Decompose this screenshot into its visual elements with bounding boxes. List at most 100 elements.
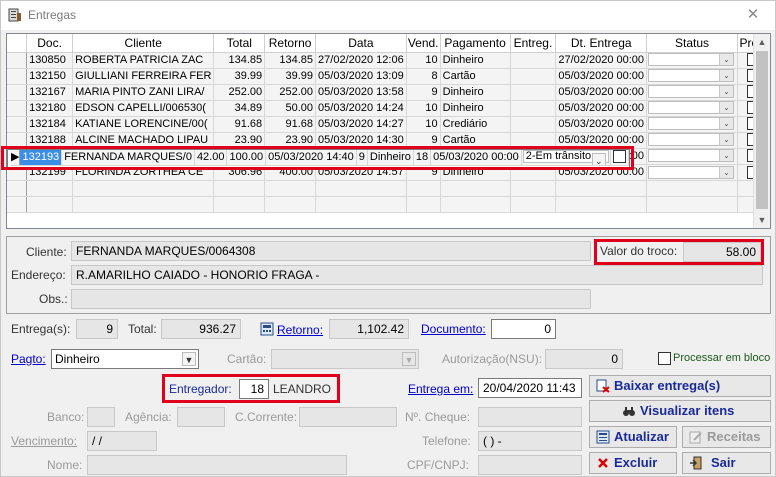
cell-retorno[interactable]: 100.00 [226,149,267,166]
cell-status[interactable]: ⌄ [646,100,738,117]
cell-status[interactable]: ⌄ [646,84,738,101]
cell-entreg[interactable] [510,116,557,133]
cell-pagamento[interactable]: Dinheiro [440,84,511,101]
scroll-thumb[interactable] [756,51,768,209]
cell-pagamento[interactable]: Cartão [440,132,511,149]
receitas-button[interactable]: Receitas [682,426,771,448]
ncheque-field[interactable] [478,407,582,427]
col-vend[interactable]: Vend. [406,34,441,53]
cell-total[interactable]: 39.99 [213,68,266,85]
cell-vend[interactable]: 10 [406,100,441,117]
cell-entreg[interactable] [510,84,557,101]
cell-vend[interactable]: 8 [406,68,441,85]
cell-doc[interactable]: 132167 [26,84,74,101]
scroll-down-icon[interactable]: ▼ [754,212,770,228]
chevron-down-icon[interactable]: ⌄ [591,153,606,165]
col-retorno[interactable]: Retorno [264,34,317,53]
cell-total[interactable]: 134.85 [213,52,266,69]
col-status[interactable]: Status [646,34,738,53]
atualizar-button[interactable]: Atualizar [589,426,677,448]
col-dt-entrega[interactable]: Dt. Entrega [555,34,648,53]
cell-data[interactable]: 05/03/2020 14:24 [315,100,407,117]
cell-cliente[interactable]: FERNANDA MARQUES/0 [61,149,195,166]
close-icon[interactable]: ✕ [745,7,761,23]
cell-entreg[interactable] [510,132,557,149]
cell-pagamento[interactable]: Crediário [440,116,511,133]
cell-status[interactable]: ⌄ [646,52,738,69]
table-row[interactable]: 132188 ALCINE MACHADO LIPAU 23.90 23.90 05/0… [7,132,770,149]
cell-entreg[interactable] [510,52,557,69]
nome-field[interactable] [87,455,347,475]
status-select[interactable]: 2-Em trânsito ⌄ [522,150,609,165]
status-select[interactable]: ⌄ [648,117,735,131]
cell-dt-entrega[interactable]: 05/03/2020 00:00 [555,100,648,117]
cell-dt-entrega[interactable]: 05/03/2020 00:00 [430,149,522,166]
table-row[interactable]: 132150 GIULLIANI FERREIRA FER 39.99 39.99 05… [7,68,770,85]
chevron-down-icon[interactable]: ▼ [182,352,196,366]
cell-cliente[interactable]: GIULLIANI FERREIRA FER [72,68,215,85]
entregador-code-input[interactable]: 18 [239,379,269,399]
cell-total[interactable]: 252.00 [213,84,266,101]
cell-doc[interactable]: 130850 [26,52,74,69]
scroll-up-icon[interactable]: ▲ [754,34,770,50]
cell-entreg[interactable]: 18 [413,149,432,166]
cell-doc[interactable]: 132188 [26,132,74,149]
cell-retorno[interactable]: 252.00 [264,84,317,101]
visualizar-itens-button[interactable]: Visualizar itens [589,400,771,422]
chevron-down-icon[interactable]: ⌄ [719,54,734,66]
cell-doc[interactable]: 132184 [26,116,74,133]
table-row[interactable]: 130850 ROBERTA PATRICIA ZAC 134.85 134.85 27… [7,52,770,69]
cell-pagamento[interactable]: Dinheiro [367,149,414,166]
cell-doc[interactable]: 132150 [26,68,74,85]
documento-link[interactable]: Documento: [421,322,486,336]
cell-doc[interactable]: 132180 [26,100,74,117]
table-row[interactable]: 132167 MARIA PINTO ZANI LIRA/252.00 252.00… [7,84,770,101]
cell-total[interactable]: 42.00 [194,149,228,166]
chevron-down-icon[interactable]: ⌄ [719,70,734,82]
chevron-down-icon[interactable]: ⌄ [719,134,734,146]
entrega-em-input[interactable]: 20/04/2020 11:43 [478,378,582,398]
status-select[interactable]: ⌄ [648,53,735,67]
col-pagamento[interactable]: Pagamento [440,34,511,53]
col-total[interactable]: Total [213,34,266,53]
cell-status[interactable]: ⌄ [646,116,738,133]
cell-status[interactable]: ⌄ [646,148,738,165]
table-row[interactable]: ▶ 132193 FERNANDA MARQUES/0 42.00 100.00 05/0… [7,148,630,169]
baixar-entregas-button[interactable]: Baixar entrega(s) [589,375,771,397]
col-data[interactable]: Data [315,34,407,53]
cell-retorno[interactable]: 39.99 [264,68,317,85]
proc-checkbox[interactable] [612,150,626,164]
col-cliente[interactable]: Cliente [72,34,215,53]
cell-vend[interactable]: 10 [406,52,441,69]
cell-retorno[interactable]: 91.68 [264,116,317,133]
cell-dt-entrega[interactable]: 05/03/2020 00:00 [555,116,648,133]
cell-dt-entrega[interactable]: 27/02/2020 00:00 [555,52,648,69]
cell-retorno[interactable]: 23.90 [264,132,317,149]
chevron-down-icon[interactable]: ⌄ [719,86,734,98]
chevron-down-icon[interactable]: ⌄ [719,150,734,162]
retorno-link[interactable]: Retorno: [277,323,323,337]
chevron-down-icon[interactable]: ⌄ [719,166,734,178]
cell-cliente[interactable]: KATIANE LORENCINE/00( [72,116,215,133]
status-select[interactable]: ⌄ [648,165,735,179]
entrega-em-link[interactable]: Entrega em: [408,382,473,396]
deliveries-grid[interactable]: Doc. Cliente Total Retorno Data Vend. Pa… [6,33,771,229]
col-entreg[interactable]: Entreg. [510,34,557,53]
cell-status[interactable]: ⌄ [646,68,738,85]
table-row[interactable]: 132184 KATIANE LORENCINE/00(91.68 91.68 05/… [7,116,770,133]
cell-total[interactable]: 91.68 [213,116,266,133]
cell-vend[interactable]: 9 [406,132,441,149]
chevron-down-icon[interactable]: ⌄ [719,102,734,114]
cell-cliente[interactable]: ALCINE MACHADO LIPAU [72,132,215,149]
cell-data[interactable]: 05/03/2020 14:27 [315,116,407,133]
vencimento-field[interactable]: / / [87,431,157,451]
cell-vend[interactable]: 9 [406,84,441,101]
cell-pagamento[interactable]: Dinheiro [440,100,511,117]
cpf-field[interactable] [478,455,582,475]
pagto-select[interactable]: Dinheiro ▼ [51,349,199,369]
banco-field[interactable] [87,407,115,427]
cell-data[interactable]: 05/03/2020 14:30 [315,132,407,149]
cell-status[interactable]: 2-Em trânsito ⌄ [521,149,611,166]
ccorrente-field[interactable] [299,407,397,427]
chevron-down-icon[interactable]: ⌄ [719,118,734,130]
